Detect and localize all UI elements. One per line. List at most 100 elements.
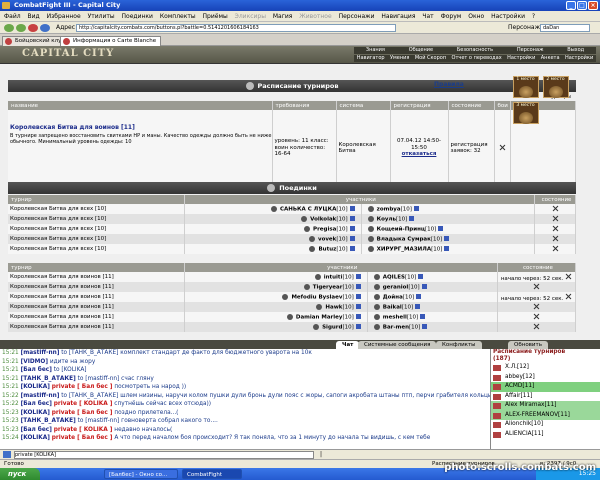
taskbar-item-balbes[interactable]: [Балбес] - Окно со... — [104, 469, 178, 479]
player-left[interactable]: САНЬКА С ЛУЦКА — [280, 206, 336, 212]
player-list-item[interactable]: abbey[12] — [491, 373, 600, 383]
info-icon[interactable] — [349, 206, 355, 212]
info-icon[interactable] — [418, 274, 424, 280]
player-left[interactable]: Butuz — [318, 246, 336, 252]
watch-fight-icon[interactable] — [552, 235, 559, 242]
info-icon[interactable] — [349, 236, 355, 242]
menu-file[interactable]: Файл — [4, 13, 21, 20]
player-list-item[interactable]: Alionchik[10] — [491, 420, 600, 430]
info-icon[interactable] — [355, 294, 361, 300]
info-icon[interactable] — [444, 246, 450, 252]
menu-forum[interactable]: Форум — [441, 13, 462, 20]
player-name[interactable]: Affair[11] — [505, 393, 532, 399]
player-right[interactable]: Дойна — [383, 294, 403, 300]
watch-fight-icon[interactable] — [533, 313, 540, 320]
player-list-item[interactable]: Х.Л.[12] — [491, 363, 600, 373]
nav-scroll[interactable]: Мой Скороп — [415, 55, 446, 62]
menu-navigation[interactable]: Навигация — [381, 13, 415, 20]
tab-carte-blanche[interactable]: Информация о Carte Blanche — [60, 36, 162, 46]
info-icon[interactable] — [416, 294, 422, 300]
nav-character[interactable]: Персонаж — [517, 47, 544, 54]
menu-settings[interactable]: Настройки — [491, 13, 525, 20]
start-button[interactable]: пуск — [0, 468, 40, 480]
menu-utilities[interactable]: Утилиты — [88, 13, 115, 20]
menu-elixirs[interactable]: Эликсиры — [235, 13, 266, 20]
info-icon[interactable] — [409, 216, 415, 222]
decline-link[interactable]: отказаться — [391, 151, 448, 158]
chat-nick[interactable]: [KOLIKA] — [21, 435, 50, 441]
chat-nick[interactable]: [KOLIKA] — [21, 384, 50, 390]
maximize-button[interactable]: □ — [577, 1, 587, 10]
watch-fight-icon[interactable] — [533, 323, 540, 330]
player-list-item[interactable]: ACMD[11] — [491, 382, 600, 392]
player-right[interactable]: meshell — [383, 314, 407, 320]
player-name[interactable]: Alionchik[10] — [505, 421, 543, 427]
player-right[interactable]: Владыка Сумрак — [377, 236, 431, 242]
menu-favorites[interactable]: Избранное — [47, 13, 81, 20]
info-icon[interactable] — [438, 226, 444, 232]
watch-fight-icon[interactable] — [533, 283, 540, 290]
menu-chat[interactable]: Чат — [422, 13, 433, 20]
tab-conflicts[interactable]: Конфликты — [436, 341, 482, 349]
menu-magic[interactable]: Магия — [273, 13, 293, 20]
rules-link[interactable]: Правила — [434, 81, 464, 88]
info-icon[interactable] — [349, 216, 355, 222]
info-icon[interactable] — [422, 324, 428, 330]
player-list-item[interactable]: Alex Miramax[11] — [491, 401, 600, 411]
back-icon[interactable] — [4, 24, 14, 32]
nav-navigator[interactable]: Навигатор — [357, 55, 385, 62]
tournament-name[interactable]: Королевская Битва для воинов [11] — [10, 124, 272, 131]
nav-security[interactable]: Безопасность — [457, 47, 493, 54]
watch-fight-icon[interactable] — [565, 293, 572, 300]
player-left[interactable]: Damian Marley — [296, 314, 343, 320]
close-button[interactable]: × — [588, 1, 598, 10]
nav-knowledge[interactable]: Знания — [366, 47, 385, 54]
nav-transfers[interactable]: Отчет о переводах — [452, 55, 502, 62]
player-list-item[interactable]: ALIENCIA[11] — [491, 430, 600, 440]
player-right[interactable]: Коуль — [377, 216, 396, 222]
chat-nick[interactable]: [VIDMO] — [21, 359, 48, 365]
nav-exit[interactable]: Выход — [567, 47, 584, 54]
player-name[interactable]: ALEX-FREEMANOV[11] — [505, 412, 570, 418]
watch-fight-icon[interactable] — [552, 245, 559, 252]
info-icon[interactable] — [355, 284, 361, 290]
info-icon[interactable] — [355, 314, 361, 320]
nav-settings[interactable]: Настройки — [507, 55, 535, 62]
player-right[interactable]: geraniol — [383, 284, 409, 290]
watch-fight-icon[interactable] — [552, 225, 559, 232]
chat-nick[interactable]: [mastiff-nn] — [21, 393, 60, 399]
minimize-button[interactable]: _ — [566, 1, 576, 10]
player-right[interactable]: Bar-men — [383, 324, 409, 330]
info-icon[interactable] — [420, 314, 426, 320]
info-icon[interactable] — [355, 274, 361, 280]
chat-nick[interactable]: [TАНК_В_АТАКЕ] — [21, 376, 76, 382]
chat-input[interactable] — [14, 451, 314, 459]
player-name[interactable]: Х.Л.[12] — [505, 364, 529, 370]
info-icon[interactable] — [421, 284, 427, 290]
info-icon[interactable] — [355, 324, 361, 330]
chat-nick[interactable]: [Бал бес] — [21, 401, 52, 407]
info-icon[interactable] — [355, 304, 361, 310]
refresh-icon[interactable] — [40, 24, 50, 32]
player-right[interactable]: ХИРУРГ_МАЗИЛА — [377, 246, 431, 252]
player-left[interactable]: Sigurd — [322, 324, 342, 330]
info-icon[interactable] — [349, 246, 355, 252]
refresh-button[interactable]: Обновить — [508, 341, 548, 349]
watch-fight-icon[interactable] — [552, 205, 559, 212]
player-name[interactable]: abbey[12] — [505, 374, 535, 380]
player-right[interactable]: zombya — [377, 206, 401, 212]
player-left[interactable]: intuiti — [324, 274, 343, 280]
player-name[interactable]: Alex Miramax[11] — [505, 402, 556, 408]
menu-techniques[interactable]: Приёмы — [203, 13, 228, 20]
tab-chat[interactable]: Чат — [336, 341, 360, 349]
player-left[interactable]: Tigeryear — [313, 284, 343, 290]
chat-nick[interactable]: [KOLIKA] — [21, 410, 50, 416]
info-icon[interactable] — [444, 236, 450, 242]
address-input[interactable] — [76, 24, 396, 32]
player-left[interactable]: Volkolak — [310, 216, 336, 222]
menu-help[interactable]: ? — [532, 13, 535, 20]
chat-nick[interactable]: [mastiff-nn] — [21, 350, 60, 356]
menu-view[interactable]: Вид — [28, 13, 40, 20]
player-right[interactable]: AQILES — [383, 274, 405, 280]
tab-system-messages[interactable]: Системные сообщения — [358, 341, 437, 349]
